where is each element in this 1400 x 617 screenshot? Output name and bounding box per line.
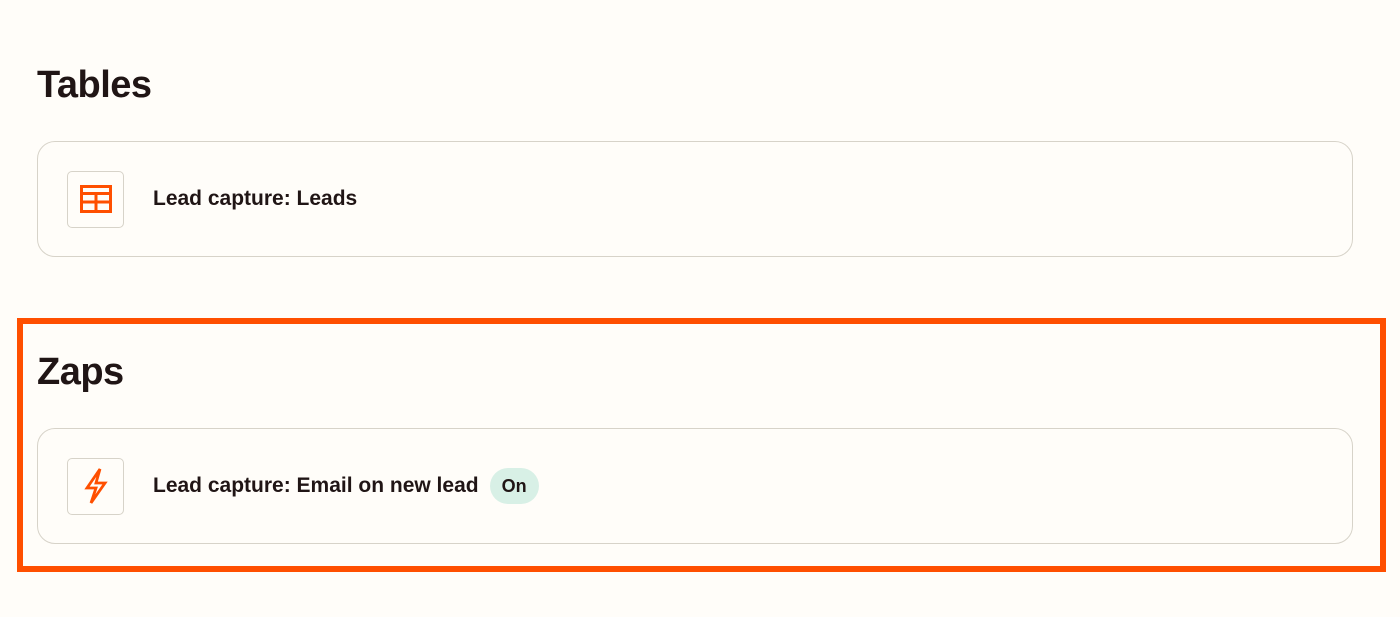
- table-icon: [67, 170, 124, 228]
- zap-card-label: Lead capture: Email on new lead: [153, 474, 479, 497]
- page: Tables Lead capture: Leads Zaps Lead cap…: [0, 0, 1400, 617]
- status-badge: On: [489, 468, 539, 504]
- zaps-section-title: Zaps: [37, 351, 124, 393]
- lightning-bolt-icon: [67, 457, 124, 515]
- zap-card-lead-capture-email[interactable]: Lead capture: Email on new lead On: [37, 428, 1353, 544]
- table-card-lead-capture-leads[interactable]: Lead capture: Leads: [37, 141, 1353, 257]
- tables-section-title: Tables: [37, 64, 152, 106]
- table-card-label: Lead capture: Leads: [153, 187, 358, 210]
